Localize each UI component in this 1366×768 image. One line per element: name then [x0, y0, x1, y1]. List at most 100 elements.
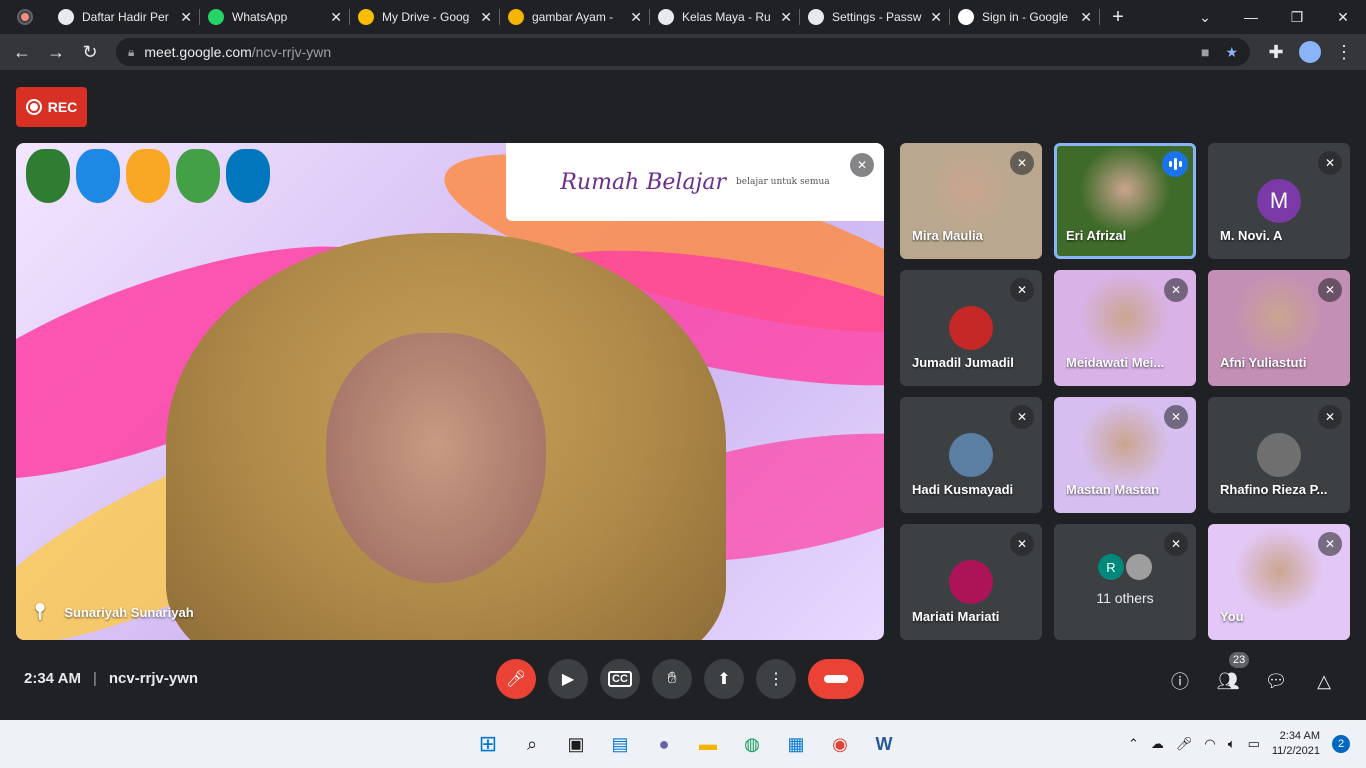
participant-tile[interactable]: R 11 others ✕ [1054, 524, 1196, 640]
recording-indicator-button[interactable]: REC [16, 87, 87, 127]
present-screen-button[interactable]: ⬆ [704, 659, 744, 699]
raise-hand-button[interactable]: ✋︎ [652, 659, 692, 699]
browser-tab[interactable]: Sign in - Google ✕ [950, 0, 1100, 34]
people-button[interactable]: 👥︎ [1215, 668, 1241, 694]
rec-label: REC [47, 99, 78, 115]
participant-photo-avatar [1257, 433, 1301, 477]
address-bar[interactable]: 🔒︎ meet.google.com/ncv-rrjv-ywn ■ ★ [116, 38, 1250, 66]
file-explorer-icon[interactable]: ▬ [692, 728, 724, 760]
people-icon: 👥︎ [1216, 670, 1240, 691]
participant-name: M. Novi. A [1220, 228, 1283, 243]
microphone-icon[interactable]: 🎤︎ [1176, 736, 1193, 752]
window-controls: ⌄ — ❐ ✕ [1182, 0, 1366, 34]
close-tab-icon[interactable]: ✕ [330, 9, 342, 26]
new-tab-button[interactable]: + [1100, 0, 1136, 34]
edge-icon[interactable]: ◍ [736, 728, 768, 760]
chat-icon: 💬︎ [1264, 670, 1288, 691]
windows-start-icon[interactable]: ⊞ [472, 728, 504, 760]
participant-tile[interactable]: ✕ Mira Maulia [900, 143, 1042, 259]
camera-icon[interactable]: ■ [1201, 44, 1209, 61]
participant-tile[interactable]: ✕ Hadi Kusmayadi [900, 397, 1042, 513]
participant-photo-avatar [949, 433, 993, 477]
camera-toggle-button[interactable]: ▶ [548, 659, 588, 699]
participant-tile[interactable]: ✕ Meidawati Mei... [1054, 270, 1196, 386]
participant-tile[interactable]: ✕ Afni Yuliastuti [1208, 270, 1350, 386]
hand-icon: ✋︎ [667, 670, 677, 687]
meeting-code: ncv-rrjv-ywn [108, 670, 199, 687]
teams-chat-icon[interactable]: ● [648, 728, 680, 760]
wifi-icon[interactable]: ◠ [1204, 736, 1215, 752]
reload-button[interactable]: ↻ [76, 38, 104, 66]
extensions-icon[interactable]: ✚ [1262, 38, 1290, 66]
cloud-icon[interactable]: ☁︎ [1151, 736, 1164, 752]
leave-call-button[interactable] [808, 659, 864, 699]
participant-tile[interactable]: ✕ You [1208, 524, 1350, 640]
notification-badge[interactable]: 2 [1332, 735, 1350, 753]
close-tab-icon[interactable]: ✕ [1080, 9, 1092, 26]
close-tab-icon[interactable]: ✕ [480, 9, 492, 26]
close-window-button[interactable]: ✕ [1320, 0, 1366, 34]
volume-icon[interactable]: 🔈︎ [1228, 736, 1236, 752]
tab-title: Sign in - Google [982, 10, 1069, 24]
battery-icon[interactable]: ▭ [1248, 736, 1260, 752]
chevron-down-icon[interactable]: ⌄ [1182, 0, 1228, 34]
browser-tab[interactable]: Kelas Maya - Ru ✕ [650, 0, 800, 34]
word-icon[interactable]: W [868, 728, 900, 760]
recording-tab-indicator[interactable] [0, 0, 50, 34]
mic-toggle-button[interactable]: 🎤︎ [496, 659, 536, 699]
tab-title: Daftar Hadir Per [82, 10, 169, 24]
back-button[interactable]: ← [8, 38, 36, 66]
minimize-button[interactable]: — [1228, 0, 1274, 34]
google-icon [958, 9, 974, 25]
activities-button[interactable]: △ [1311, 668, 1337, 694]
participant-tile[interactable]: ✕ Rhafino Rieza P... [1208, 397, 1350, 513]
menu-dots-icon[interactable]: ⋮ [1330, 38, 1358, 66]
participant-tile[interactable]: ✕ Mariati Mariati [900, 524, 1042, 640]
participant-name: Mastan Mastan [1066, 482, 1160, 497]
widgets-icon[interactable]: ▤ [604, 728, 636, 760]
participant-photo-avatar [1126, 554, 1152, 580]
taskbar-clock[interactable]: 2:34 AM 11/2/2021 [1272, 729, 1320, 759]
system-tray: ⌃ ☁︎ 🎤︎ ◠ 🔈︎ ▭ 2:34 AM 11/2/2021 2 [1128, 720, 1350, 768]
browser-tab[interactable]: Daftar Hadir Per ✕ [50, 0, 200, 34]
mic-off-icon: ✕ [1318, 405, 1342, 429]
browser-tab[interactable]: WhatsApp ✕ [200, 0, 350, 34]
participant-tile[interactable]: ✕ Mastan Mastan [1054, 397, 1196, 513]
close-tab-icon[interactable]: ✕ [930, 9, 942, 26]
whatsapp-icon [208, 9, 224, 25]
profile-avatar[interactable] [1296, 38, 1324, 66]
more-options-button[interactable]: ⋮ [756, 659, 796, 699]
chrome-icon[interactable]: ◉ [824, 728, 856, 760]
captions-button[interactable]: CC [600, 659, 640, 699]
mic-off-icon: 🎤︎ [505, 671, 527, 688]
participant-tile[interactable]: ✕ Jumadil Jumadil [900, 270, 1042, 386]
main-speaker-tile[interactable]: Rumah Belajar belajar untuk semua ✕ 📍︎ S… [16, 143, 884, 640]
chat-button[interactable]: 💬︎ [1263, 668, 1289, 694]
close-tab-icon[interactable]: ✕ [180, 9, 192, 26]
forward-button[interactable]: → [42, 38, 70, 66]
store-icon[interactable]: ▦ [780, 728, 812, 760]
task-view-icon[interactable]: ▣ [560, 728, 592, 760]
bookmark-star-icon[interactable]: ★ [1225, 44, 1238, 61]
speaking-indicator-icon [1162, 151, 1188, 177]
separator: | [92, 670, 97, 687]
banner-text: Rumah Belajar [560, 169, 727, 195]
mic-off-icon: ✕ [1010, 532, 1034, 556]
participant-initial-avatar: R [1098, 554, 1124, 580]
search-icon[interactable]: ⌕ [516, 728, 548, 760]
browser-tab[interactable]: gambar Ayam - ✕ [500, 0, 650, 34]
mic-off-icon: ✕ [1318, 532, 1342, 556]
restore-button[interactable]: ❐ [1274, 0, 1320, 34]
meeting-details-button[interactable]: ⓘ [1167, 668, 1193, 694]
record-icon [25, 99, 42, 115]
participant-tile[interactable]: M ✕ M. Novi. A [1208, 143, 1350, 259]
browser-tab[interactable]: My Drive - Goog ✕ [350, 0, 500, 34]
browser-tab[interactable]: Settings - Passw ✕ [800, 0, 950, 34]
participant-tile[interactable]: Eri Afrizal [1054, 143, 1196, 259]
pin-icon[interactable]: 📍︎ [30, 602, 50, 622]
close-tab-icon[interactable]: ✕ [780, 9, 792, 26]
url-host: meet.google.com [144, 44, 252, 60]
chevron-up-icon[interactable]: ⌃ [1128, 736, 1139, 752]
mic-off-icon: ✕ [1318, 278, 1342, 302]
close-tab-icon[interactable]: ✕ [630, 9, 642, 26]
